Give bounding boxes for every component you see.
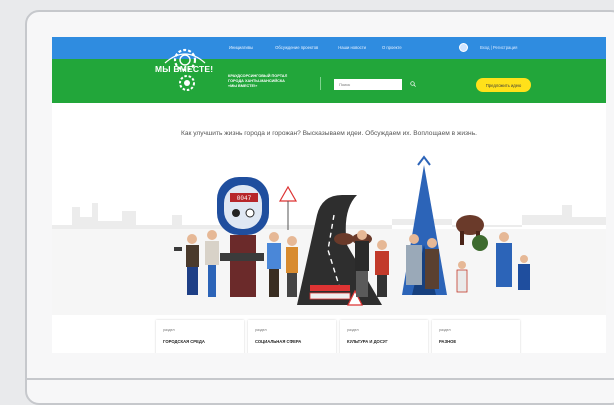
- top-nav-bar: Инициативы Обсуждение проектов Наши ново…: [52, 37, 606, 59]
- search-icon[interactable]: [410, 81, 416, 87]
- portal-title: КРАУДСОРСИНГОВЫЙ ПОРТАЛ ГОРОДА ХАНТЫ-МАН…: [228, 74, 308, 89]
- section-card-label: раздел: [347, 328, 359, 332]
- laptop-screen: Инициативы Обсуждение проектов Наши ново…: [52, 37, 606, 353]
- nav-item-projects-discussion[interactable]: Обсуждение проектов: [275, 45, 318, 50]
- portal-title-line: «МЫ ВМЕСТЕ!»: [228, 84, 258, 88]
- section-card-title: КУЛЬТУРА И ДОСУГ: [347, 339, 388, 344]
- meter-reading: 0047: [237, 195, 252, 202]
- nav-item-news[interactable]: Наши новости: [338, 45, 366, 50]
- header-divider: [320, 77, 321, 90]
- sections-cards: раздел ГОРОДСКАЯ СРЕДА раздел СОЦИАЛЬНАЯ…: [156, 320, 520, 353]
- section-card-culture[interactable]: раздел КУЛЬТУРА И ДОСУГ: [340, 320, 428, 353]
- laptop-chin-divider: [27, 378, 614, 380]
- section-card-misc[interactable]: раздел РАЗНОЕ: [432, 320, 520, 353]
- section-card-label: раздел: [255, 328, 267, 332]
- section-card-title: РАЗНОЕ: [439, 339, 457, 344]
- hero-illustration: 0047: [52, 155, 606, 315]
- section-card-urban[interactable]: раздел ГОРОДСКАЯ СРЕДА: [156, 320, 244, 353]
- suggest-idea-button[interactable]: Предложить идею: [476, 78, 531, 92]
- hero-tagline: Как улучшить жизнь города и горожан? Выс…: [181, 130, 477, 137]
- logo-text: МЫ ВМЕСТЕ!: [155, 64, 214, 74]
- main-nav: Инициативы Обсуждение проектов Наши ново…: [229, 45, 402, 50]
- nav-item-about[interactable]: О проекте: [382, 45, 402, 50]
- user-icon[interactable]: [459, 43, 468, 52]
- section-card-social[interactable]: раздел СОЦИАЛЬНАЯ СФЕРА: [248, 320, 336, 353]
- login-register-link[interactable]: Вход | Регистрация: [480, 45, 517, 50]
- section-card-title: СОЦИАЛЬНАЯ СФЕРА: [255, 339, 302, 344]
- search-input[interactable]: [334, 79, 402, 90]
- section-card-title: ГОРОДСКАЯ СРЕДА: [163, 339, 205, 344]
- section-card-label: раздел: [439, 328, 451, 332]
- nav-item-initiatives[interactable]: Инициативы: [229, 45, 253, 50]
- section-card-label: раздел: [163, 328, 175, 332]
